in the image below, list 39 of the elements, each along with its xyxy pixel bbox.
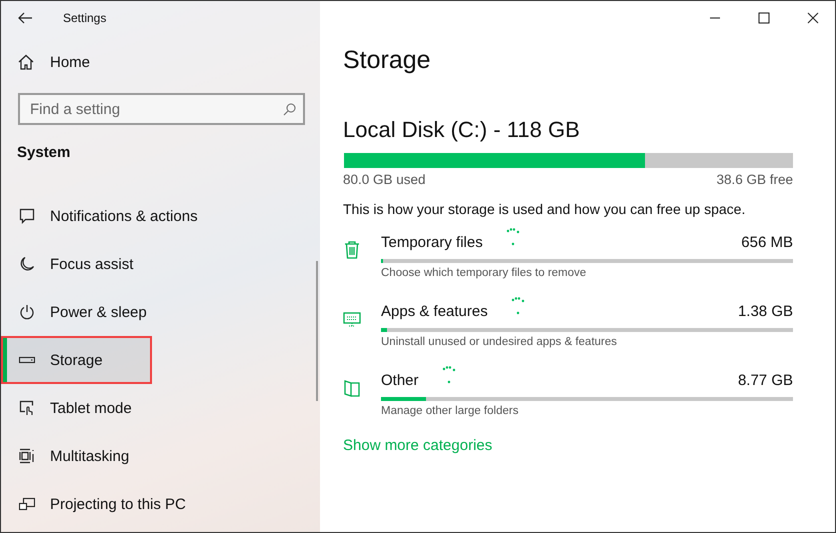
category-hint: Uninstall unused or undesired apps & features	[381, 336, 618, 348]
sidebar-item[interactable]: Multitasking	[1, 432, 320, 480]
sidebar-item[interactable]: Storage	[1, 336, 152, 384]
speech-bubble-icon	[19, 208, 35, 224]
category-hint: Manage other large folders	[381, 405, 520, 417]
maximize-icon[interactable]	[758, 12, 770, 24]
category-name[interactable]: Other	[381, 370, 419, 389]
disk-title: Local Disk (C:) - 118 GB	[343, 117, 581, 143]
monitor-icon	[19, 496, 35, 512]
back-arrow-icon[interactable]	[18, 12, 32, 24]
page-title: Storage	[343, 46, 432, 76]
sidebar-item[interactable]: Power & sleep	[1, 288, 320, 336]
close-icon[interactable]	[807, 12, 819, 24]
power-icon	[19, 304, 35, 320]
moon-icon	[19, 256, 35, 272]
sidebar-item[interactable]: Notifications & actions	[1, 192, 320, 240]
category-size: 8.77 GB	[738, 371, 793, 389]
sidebar-item[interactable]: Focus assist	[1, 240, 320, 288]
section-heading: System	[16, 143, 72, 163]
category-hint: Choose which temporary files to remove	[381, 267, 588, 279]
category-size: 656 MB	[741, 233, 793, 251]
multitasking-icon	[19, 448, 35, 464]
search-field[interactable]: Find a setting	[18, 93, 305, 125]
tablet-hand-icon	[19, 400, 35, 416]
category-name[interactable]: Apps & features	[381, 301, 488, 320]
free-space-label: 38.6 GB free	[716, 172, 793, 187]
description-text: This is how your storage is used and how you can free up space.	[343, 201, 746, 217]
category-name[interactable]: Temporary files	[381, 232, 483, 251]
search-icon	[283, 103, 296, 116]
category-size: 1.38 GB	[738, 302, 793, 320]
window-title: Settings	[63, 11, 106, 25]
sidebar-item[interactable]: Projecting to this PC	[1, 480, 320, 528]
scrollbar[interactable]	[316, 261, 318, 401]
trash-can-icon	[343, 240, 361, 260]
sidebar-item[interactable]: Tablet mode	[1, 384, 320, 432]
used-space-label: 80.0 GB used	[343, 172, 426, 187]
folder-icon	[343, 378, 361, 398]
home-nav-item[interactable]: Home	[1, 39, 320, 85]
home-icon	[18, 54, 34, 70]
